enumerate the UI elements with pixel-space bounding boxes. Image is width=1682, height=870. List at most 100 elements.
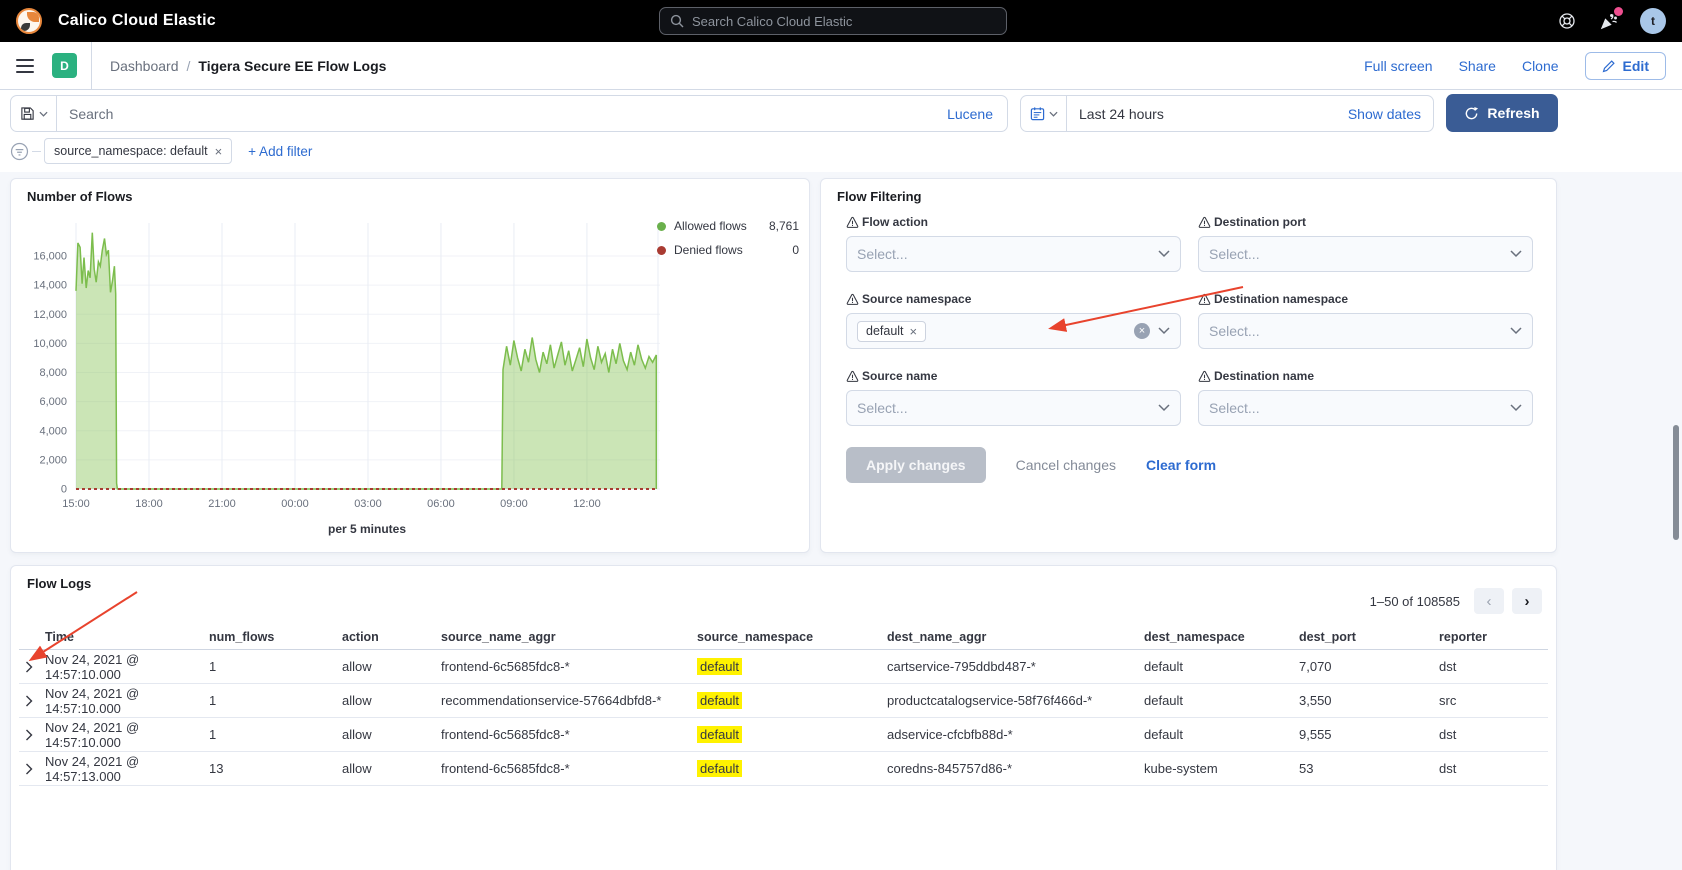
remove-value-icon[interactable]: × <box>910 324 918 339</box>
column-header-dest_name_aggr[interactable]: dest_name_aggr <box>887 630 1144 644</box>
field-label: Flow action <box>846 215 1181 229</box>
cell-reporter: dst <box>1439 727 1548 742</box>
column-header-source_namespace[interactable]: source_namespace <box>697 630 887 644</box>
legend-value: 8,761 <box>769 219 799 233</box>
previous-page-button[interactable]: ‹ <box>1474 588 1504 614</box>
logs-panel-title: Flow Logs <box>27 576 91 591</box>
help-icon[interactable] <box>1556 10 1578 32</box>
date-picker-group: Last 24 hours Show dates <box>1020 95 1434 132</box>
x-axis-title: per 5 minutes <box>328 522 406 536</box>
share-link[interactable]: Share <box>1459 58 1496 74</box>
legend-item-denied-flows[interactable]: Denied flows0 <box>657 243 799 257</box>
user-avatar[interactable]: t <box>1640 8 1666 34</box>
global-search-box[interactable] <box>659 7 1007 35</box>
cancel-changes-button[interactable]: Cancel changes <box>1016 457 1116 473</box>
table-pagination: 1–50 of 108585 ‹ › <box>1370 588 1542 614</box>
table-row: Nov 24, 2021 @ 14:57:10.0001allowfronten… <box>19 718 1548 752</box>
date-quick-select-button[interactable] <box>1021 96 1067 131</box>
cell-dest_port: 9,555 <box>1299 727 1439 742</box>
expand-row-icon[interactable] <box>25 763 45 775</box>
svg-text:18:00: 18:00 <box>135 498 163 510</box>
column-header-dest_port[interactable]: dest_port <box>1299 630 1439 644</box>
pencil-icon <box>1602 59 1616 73</box>
chevron-down-icon <box>1158 404 1170 412</box>
column-header-time[interactable]: Time <box>45 630 209 644</box>
flows-panel-title: Number of Flows <box>27 189 132 204</box>
legend-item-allowed-flows[interactable]: Allowed flows8,761 <box>657 219 799 233</box>
warning-icon <box>1198 216 1211 229</box>
divider <box>91 42 92 90</box>
svg-text:8,000: 8,000 <box>39 367 67 379</box>
apply-changes-button[interactable]: Apply changes <box>846 447 986 483</box>
highlighted-value: default <box>697 760 742 777</box>
query-bar: Lucene Last 24 hours Show dates Refresh … <box>0 90 1682 172</box>
column-header-dest_namespace[interactable]: dest_namespace <box>1144 630 1299 644</box>
field-select[interactable]: Select... <box>846 236 1181 272</box>
dashboard-app-badge: D <box>52 53 77 78</box>
cell-time: Nov 24, 2021 @ 14:57:10.000 <box>45 652 209 682</box>
cell-time: Nov 24, 2021 @ 14:57:13.000 <box>45 754 209 784</box>
filter-field-destination-name: Destination name Select... <box>1198 369 1533 426</box>
field-label-text: Destination name <box>1214 369 1314 383</box>
full-screen-link[interactable]: Full screen <box>1364 58 1432 74</box>
query-language-button[interactable]: Lucene <box>947 106 1007 122</box>
cell-action: allow <box>342 727 441 742</box>
field-select[interactable]: Select... <box>846 390 1181 426</box>
dashboard-header-bar: D Dashboard / Tigera Secure EE Flow Logs… <box>0 42 1682 90</box>
selected-value-pill[interactable]: default× <box>857 321 926 342</box>
edit-button[interactable]: Edit <box>1585 52 1666 80</box>
breadcrumb-dashboard[interactable]: Dashboard <box>110 58 179 74</box>
breadcrumb-current: Tigera Secure EE Flow Logs <box>198 58 386 74</box>
cell-dest_port: 7,070 <box>1299 659 1439 674</box>
cell-source_namespace: default <box>697 659 887 674</box>
field-select[interactable]: Select... <box>1198 390 1533 426</box>
cell-num_flows: 1 <box>209 693 342 708</box>
next-page-button[interactable]: › <box>1512 588 1542 614</box>
cell-source_name_aggr: frontend-6c5685fdc8-* <box>441 659 697 674</box>
flow-logs-panel: Flow Logs 1–50 of 108585 ‹ › Timenum_flo… <box>10 565 1557 870</box>
cell-dest_port: 53 <box>1299 761 1439 776</box>
field-select[interactable]: Select... <box>1198 313 1533 349</box>
filter-icon[interactable] <box>10 142 29 161</box>
column-header-reporter[interactable]: reporter <box>1439 630 1548 644</box>
notifications-icon[interactable] <box>1598 10 1620 32</box>
calendar-icon <box>1030 106 1045 121</box>
cell-dest_namespace: default <box>1144 659 1299 674</box>
field-select[interactable]: Select... <box>1198 236 1533 272</box>
menu-icon[interactable] <box>16 59 34 73</box>
field-label-text: Source name <box>862 369 937 383</box>
page-scrollbar[interactable] <box>1673 425 1679 540</box>
remove-filter-icon[interactable]: × <box>215 144 223 159</box>
select-placeholder: Select... <box>857 246 908 262</box>
filter-bar: source_namespace: default × + Add filter <box>10 137 312 165</box>
dashboard-content: Number of Flows 02,0004,0006,0008,00010,… <box>0 172 1682 870</box>
time-range-value[interactable]: Last 24 hours <box>1067 106 1164 122</box>
svg-text:6,000: 6,000 <box>39 396 67 408</box>
svg-text:12,000: 12,000 <box>33 309 67 321</box>
search-input[interactable] <box>57 106 947 122</box>
saved-query-menu-button[interactable] <box>11 96 57 131</box>
clear-form-button[interactable]: Clear form <box>1146 457 1216 473</box>
flow-logs-table: Timenum_flowsactionsource_name_aggrsourc… <box>19 624 1548 786</box>
show-dates-button[interactable]: Show dates <box>1348 106 1433 122</box>
field-select[interactable]: default×× <box>846 313 1181 349</box>
expand-row-icon[interactable] <box>25 729 45 741</box>
refresh-button[interactable]: Refresh <box>1446 94 1558 132</box>
search-icon <box>670 14 684 28</box>
column-header-action[interactable]: action <box>342 630 441 644</box>
filter-pill-source-namespace[interactable]: source_namespace: default × <box>44 138 232 164</box>
expand-row-icon[interactable] <box>25 661 45 673</box>
column-header-source_name_aggr[interactable]: source_name_aggr <box>441 630 697 644</box>
refresh-icon <box>1464 106 1479 121</box>
column-header-num_flows[interactable]: num_flows <box>209 630 342 644</box>
add-filter-button[interactable]: + Add filter <box>248 144 312 159</box>
clear-selection-icon[interactable]: × <box>1134 323 1150 339</box>
expand-row-icon[interactable] <box>25 695 45 707</box>
svg-text:10,000: 10,000 <box>33 338 67 350</box>
cell-source_namespace: default <box>697 727 887 742</box>
clone-link[interactable]: Clone <box>1522 58 1559 74</box>
filter-form-buttons: Apply changes Cancel changes Clear form <box>846 447 1216 483</box>
filter-fields-grid: Flow actionSelect...Destination portSele… <box>846 215 1533 426</box>
global-search-input[interactable] <box>692 14 996 29</box>
field-label-text: Flow action <box>862 215 928 229</box>
